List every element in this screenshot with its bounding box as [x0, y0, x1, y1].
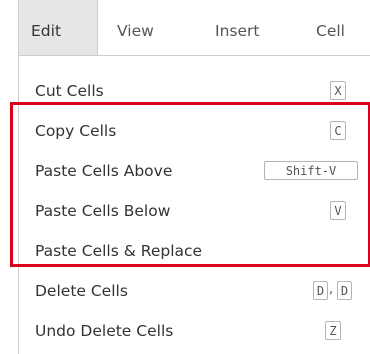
shortcut-key: Z	[325, 321, 341, 340]
menu-item-undo-delete-cells[interactable]: Undo Delete Cells Z	[19, 311, 370, 351]
menu-tab-cell[interactable]: Cell	[316, 0, 345, 55]
menu-item-label: Delete Cells	[35, 282, 128, 300]
menu-tab-view[interactable]: View	[117, 0, 154, 55]
shortcut-separator: ,	[329, 282, 334, 297]
menu-item-label: Undo Delete Cells	[35, 322, 174, 340]
menu-tab-edit[interactable]: Edit	[18, 0, 98, 55]
menu-item-delete-cells[interactable]: Delete Cells D , D	[19, 271, 370, 311]
shortcut-key: D	[337, 281, 352, 300]
shortcut-key: D	[313, 281, 328, 300]
menubar: Edit View Insert Cell	[0, 0, 370, 55]
shortcut-key: X	[330, 81, 346, 100]
highlight-box	[10, 102, 370, 267]
menu-tab-insert[interactable]: Insert	[215, 0, 259, 55]
